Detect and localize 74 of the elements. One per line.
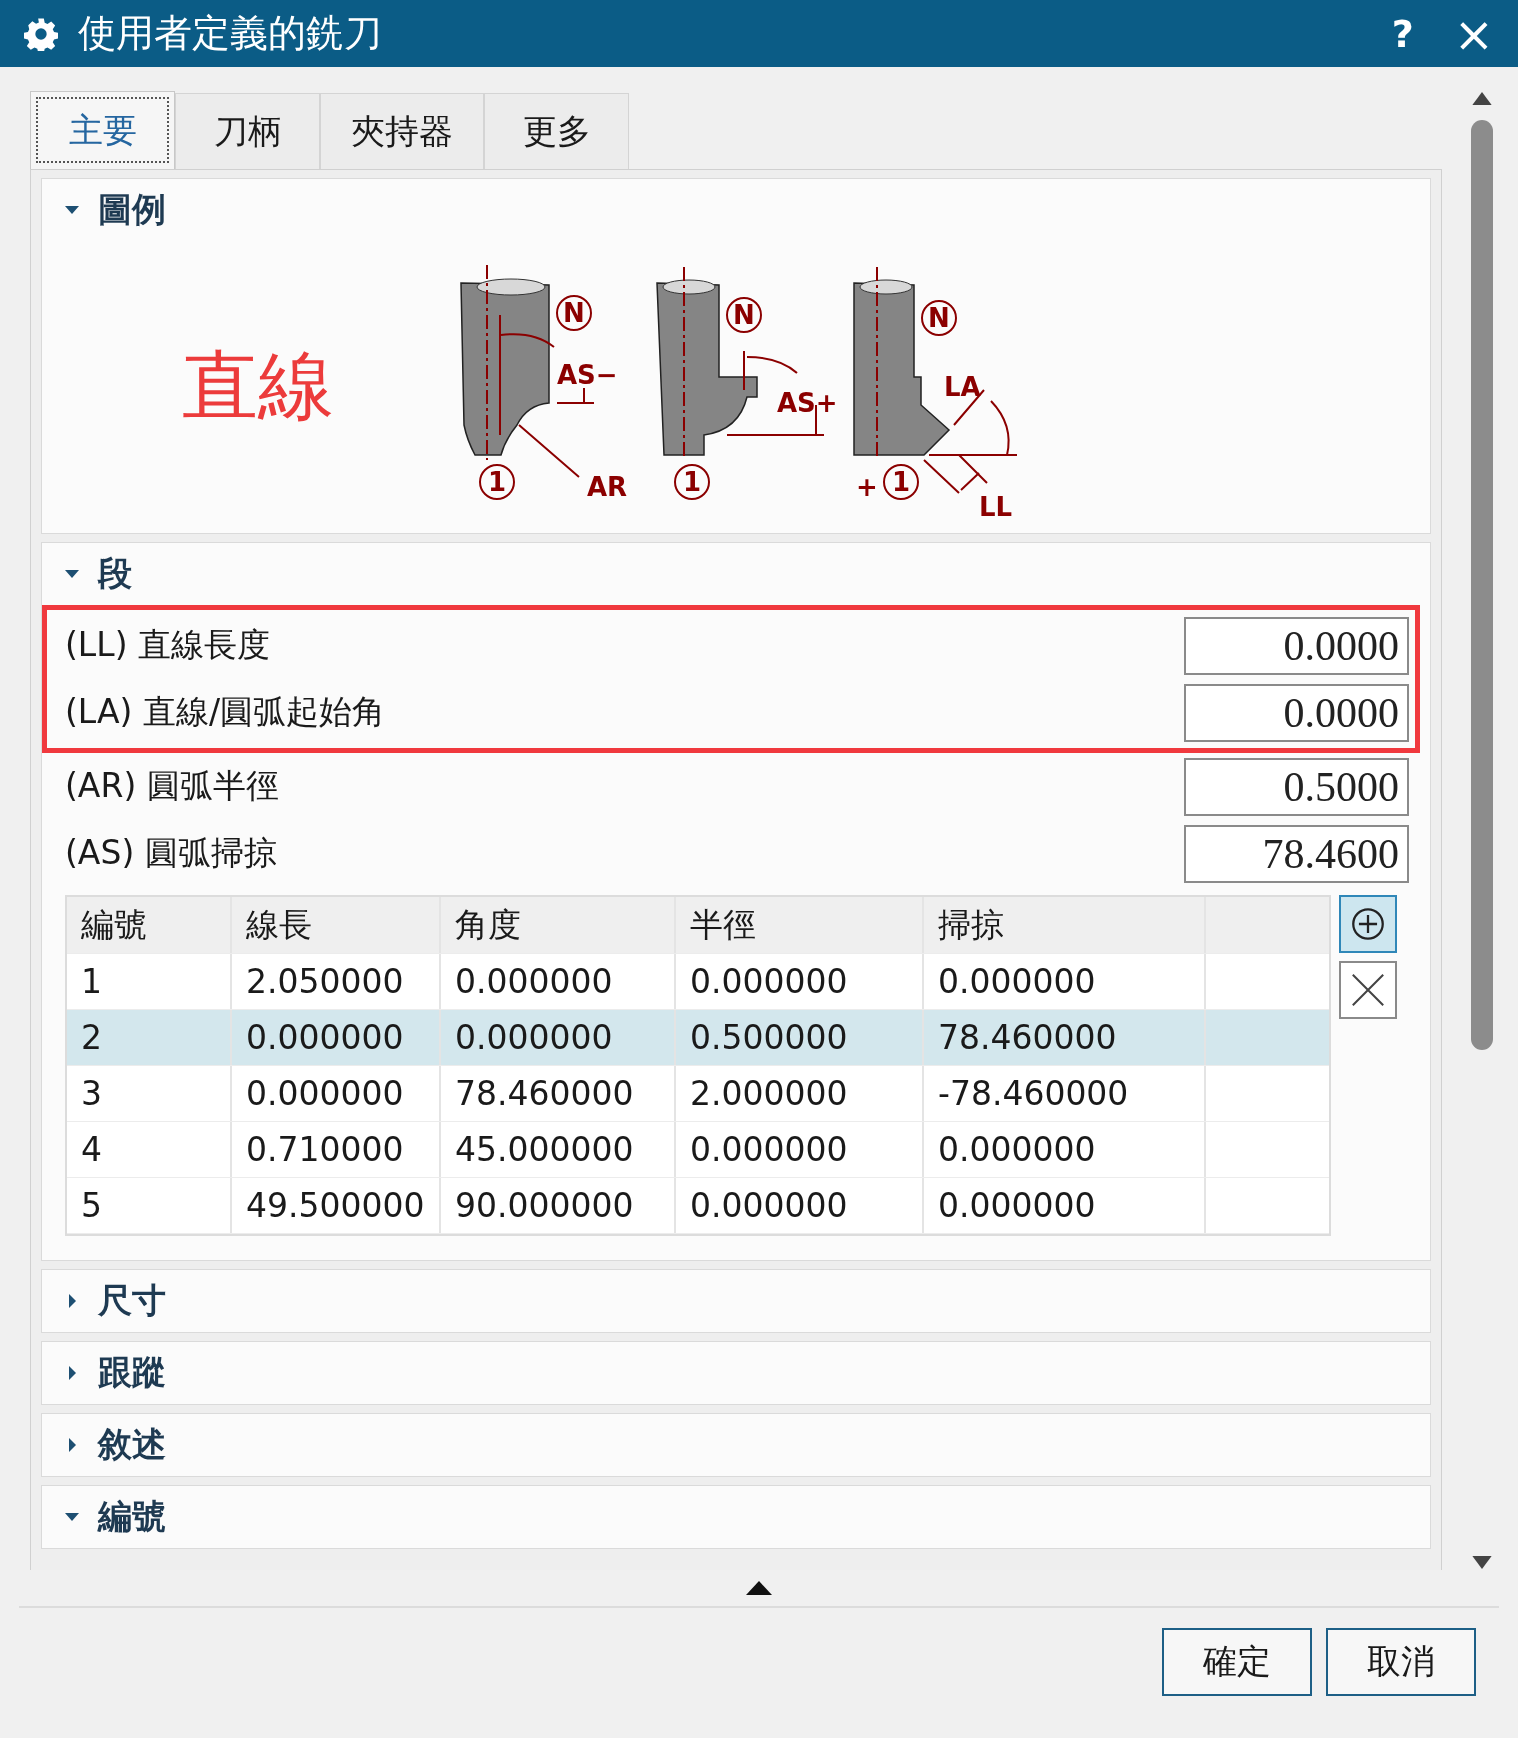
table-cell: 0.000000	[441, 1010, 676, 1065]
table-cell: 78.460000	[441, 1066, 676, 1121]
help-button[interactable]: ?	[1381, 11, 1424, 56]
table-row[interactable]: 3 0.000000 78.460000 2.000000 -78.460000	[67, 1066, 1329, 1122]
delete-button[interactable]	[1339, 961, 1397, 1019]
circled-label: N	[921, 299, 957, 336]
table-row[interactable]: 2 0.000000 0.000000 0.500000 78.460000	[67, 1010, 1329, 1066]
circled-label: N	[726, 296, 762, 333]
tab[interactable]: 主要	[30, 91, 175, 169]
table-cell: 90.000000	[441, 1178, 676, 1233]
gear-icon	[24, 16, 58, 51]
section-header[interactable]: 編號	[42, 1486, 166, 1548]
column-header[interactable]: 角度	[441, 897, 676, 953]
diagram-label: +	[856, 471, 878, 502]
window-title: 使用者定義的銑刀	[78, 10, 382, 57]
value-field[interactable]: 0.0000	[1184, 616, 1409, 675]
diagram-label: AR	[587, 471, 628, 502]
table-cell: 0.000000	[676, 1122, 924, 1177]
parameter-label: (AS) 圓弧掃掠	[65, 832, 277, 874]
diagram-label: AS−	[557, 359, 618, 390]
table-cell: 0.000000	[676, 1178, 924, 1233]
collapse-arrow-icon[interactable]	[745, 1580, 773, 1596]
table-cell: 0.000000	[924, 1122, 1206, 1177]
table-cell: 45.000000	[441, 1122, 676, 1177]
value-field[interactable]: 78.4600	[1184, 824, 1409, 883]
section-header[interactable]: 跟蹤	[42, 1342, 166, 1404]
scroll-thumb[interactable]	[1471, 120, 1493, 1050]
table-cell: 3	[67, 1066, 232, 1121]
circled-label: 1	[883, 463, 919, 500]
section-header[interactable]: 段	[42, 543, 132, 605]
dialog-button[interactable]: 取消	[1326, 1628, 1476, 1696]
legend-caption: 直線	[182, 339, 334, 432]
cross-icon	[1349, 971, 1387, 1009]
section-header[interactable]: 尺寸	[42, 1270, 166, 1332]
table-cell: 4	[67, 1122, 232, 1177]
table-cell: 2	[67, 1010, 232, 1065]
table-cell: 0.500000	[676, 1010, 924, 1065]
parameter-label: (AR) 圓弧半徑	[65, 765, 279, 807]
add-button[interactable]	[1339, 895, 1397, 953]
close-button[interactable]: ×	[1443, 5, 1504, 62]
circle-plus-icon	[1351, 907, 1385, 941]
table-cell: 78.460000	[924, 1010, 1206, 1065]
dialog-button[interactable]: 確定	[1162, 1628, 1312, 1696]
table-cell: 0.000000	[232, 1066, 441, 1121]
section-header[interactable]: 敘述	[42, 1414, 166, 1476]
table-row[interactable]: 4 0.710000 45.000000 0.000000 0.000000	[67, 1122, 1329, 1178]
table-cell: 0.000000	[924, 1178, 1206, 1233]
diagram-label: LL	[979, 491, 1013, 520]
parameter-label: (LA) 直線/圓弧起始角	[65, 691, 386, 733]
column-header[interactable]: 線長	[232, 897, 441, 953]
circled-label: N	[556, 294, 592, 331]
diagram-label: LA	[944, 371, 981, 402]
tab[interactable]: 夾持器	[320, 93, 484, 169]
scroll-down-arrow-icon	[1471, 1555, 1493, 1570]
tab[interactable]: 刀柄	[175, 93, 320, 169]
circled-label: 1	[479, 463, 515, 500]
table-cell: 49.500000	[232, 1178, 441, 1233]
circled-label: 1	[674, 463, 710, 500]
table-cell: 5	[67, 1178, 232, 1233]
scroll-up-arrow-icon	[1471, 91, 1493, 106]
tab[interactable]: 更多	[484, 93, 629, 169]
table-cell: -78.460000	[924, 1066, 1206, 1121]
column-header[interactable]: 編號	[67, 897, 232, 953]
diagram-label: AS+	[777, 387, 838, 418]
value-field[interactable]: 0.5000	[1184, 757, 1409, 816]
section-header[interactable]: 圖例	[42, 179, 166, 241]
column-header[interactable]: 半徑	[676, 897, 924, 953]
table-cell: 0.000000	[232, 1010, 441, 1065]
table-cell: 2.000000	[676, 1066, 924, 1121]
table-row[interactable]: 5 49.500000 90.000000 0.000000 0.000000	[67, 1178, 1329, 1234]
table-cell: 0.710000	[232, 1122, 441, 1177]
parameter-label: (LL) 直線長度	[65, 624, 270, 666]
value-field[interactable]: 0.0000	[1184, 683, 1409, 742]
column-header[interactable]: 掃掠	[924, 897, 1206, 953]
